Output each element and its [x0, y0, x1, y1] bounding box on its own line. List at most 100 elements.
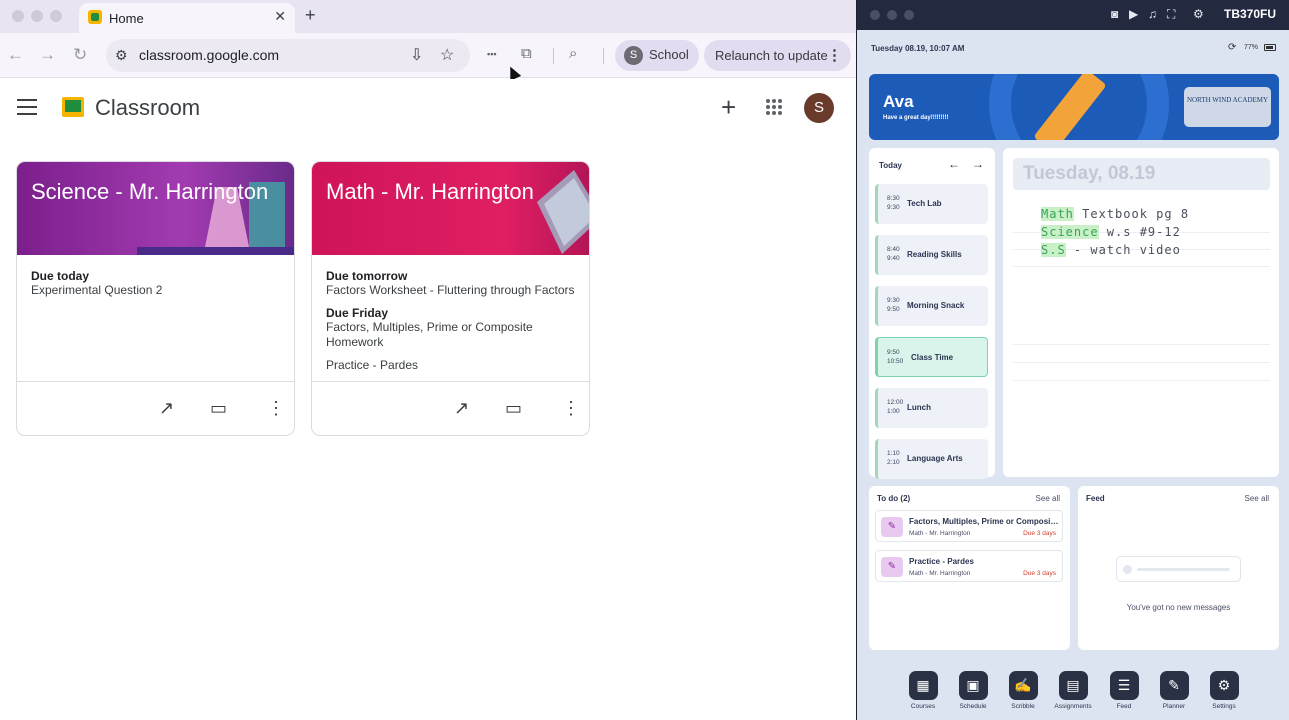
schedule-item-current[interactable]: 9:50 10:50 Class Time [875, 337, 988, 377]
course-banner[interactable]: Math - Mr. Harrington [312, 162, 589, 255]
schedule-item[interactable]: 8:30 9:30 Tech Lab [875, 184, 988, 224]
todo-item[interactable]: ✎ Practice - Pardes Math - Mr. Harringto… [875, 550, 1063, 582]
profile-label: School [649, 47, 689, 62]
window-zoom-dot[interactable] [50, 10, 62, 22]
dock-label: Planner [1162, 703, 1186, 710]
schedule-time: 12:00 1:00 [887, 399, 904, 415]
todo-item-course: Math - Mr. Harrington [909, 530, 971, 537]
window-zoom-dot[interactable] [904, 10, 914, 20]
create-join-class-icon[interactable]: + [721, 92, 736, 123]
extension-badge-icon[interactable]: ▪▪▪ [487, 49, 497, 59]
planner-edit-icon: ✎ [1159, 671, 1189, 700]
profile-avatar: S [624, 46, 643, 65]
scribble-icon: ✍ [1008, 671, 1038, 700]
back-icon[interactable]: ← [7, 45, 24, 65]
card-actions: ↗ ▭ ⋮ [17, 381, 294, 435]
course-title[interactable]: Science - Mr. Harrington [31, 179, 268, 205]
bookmark-star-icon[interactable]: ☆ [440, 45, 454, 65]
install-app-icon[interactable]: ⇩ [410, 45, 423, 65]
schedule-time: 9:50 10:50 [887, 349, 904, 365]
battery-icon [1264, 44, 1276, 51]
prev-day-arrow-icon[interactable]: ← [948, 157, 960, 171]
classroom-logo-icon[interactable] [62, 97, 84, 117]
drive-folder-icon[interactable]: ▭ [210, 398, 227, 419]
assignments-icon: ▤ [1058, 671, 1088, 700]
schedule-label: Reading Skills [907, 250, 962, 259]
drive-folder-icon[interactable]: ▭ [505, 398, 522, 419]
todo-item[interactable]: ✎ Factors, Multiples, Prime or Composite… [875, 510, 1063, 542]
site-settings-icon[interactable]: ⚙ [115, 47, 128, 64]
todo-title: To do (2) [877, 494, 911, 503]
more-options-icon[interactable]: ⋮ [562, 398, 580, 419]
dock-label: Courses [910, 703, 936, 710]
note-line-text: S.S - watch video [1041, 243, 1181, 257]
reload-icon[interactable]: ↻ [73, 45, 87, 65]
due-assignment[interactable]: Factors, Multiples, Prime or Composite H… [326, 320, 579, 350]
address-bar[interactable]: ⚙ classroom.google.com ⇩ ☆ [106, 39, 470, 72]
record-video-icon[interactable]: ▶ [1129, 7, 1138, 21]
note-ruled-line [1013, 344, 1270, 345]
tab-search-icon[interactable]: ⌕ [569, 45, 577, 62]
sync-icon[interactable]: ⟳ [1228, 42, 1236, 53]
profile-chip[interactable]: S School [615, 40, 699, 71]
todo-see-all-link[interactable]: See all [1036, 494, 1060, 503]
due-assignment[interactable]: Practice - Pardes [326, 358, 579, 373]
relaunch-button[interactable]: Relaunch to update ⋮ [704, 40, 851, 71]
due-assignment[interactable]: Factors Worksheet - Fluttering through F… [326, 283, 579, 298]
close-tab-icon[interactable]: ✕ [274, 8, 286, 25]
main-menu-icon[interactable] [17, 99, 37, 115]
fullscreen-icon[interactable]: ⛶ [1167, 7, 1175, 22]
window-close-dot[interactable] [12, 10, 24, 22]
window-minimize-dot[interactable] [887, 10, 897, 20]
note-ruled-line [1013, 362, 1270, 363]
schedule-item[interactable]: 8:40 9:40 Reading Skills [875, 235, 988, 275]
app-title[interactable]: Classroom [95, 95, 200, 121]
more-options-icon[interactable]: ⋮ [267, 398, 285, 419]
course-card-math[interactable]: Math - Mr. Harrington Due tomorrow Facto… [311, 161, 590, 436]
student-name: Ava [883, 92, 914, 111]
card-actions: ↗ ▭ ⋮ [312, 381, 589, 435]
settings-gear-icon[interactable]: ⚙ [1193, 7, 1204, 21]
screenshot-camera-icon[interactable]: ◙ [1111, 7, 1118, 21]
audio-headphones-icon[interactable]: ♫ [1148, 7, 1157, 21]
tab-home[interactable]: Home ✕ [79, 3, 295, 33]
dock-settings[interactable]: ⚙ Settings [1202, 671, 1246, 710]
account-avatar[interactable]: S [804, 93, 834, 123]
extensions-puzzle-icon[interactable]: ⧉ [521, 45, 532, 62]
forward-icon[interactable]: → [39, 45, 56, 65]
window-close-dot[interactable] [870, 10, 880, 20]
mirror-titlebar: ◙ ▶ ♫ ⛶ ⚙ TB370FU [857, 0, 1289, 30]
dock-feed[interactable]: ☰ Feed [1102, 671, 1146, 710]
note-line-text: Science w.s #9-12 [1041, 225, 1181, 239]
kebab-menu-icon[interactable]: ⋮ [827, 46, 842, 64]
feed-see-all-link[interactable]: See all [1245, 494, 1269, 503]
next-day-arrow-icon[interactable]: → [972, 157, 984, 171]
dock-assignments[interactable]: ▤ Assignments [1051, 671, 1095, 710]
schedule-panel: Today ← → 8:30 9:30 Tech Lab 8:40 9:40 Rea… [869, 148, 995, 479]
gradebook-trend-icon[interactable]: ↗ [159, 398, 174, 419]
screen: Home ✕ + ← → ↻ ⚙ classroom.google.com ⇩ … [0, 0, 1289, 720]
new-tab-icon[interactable]: + [305, 5, 316, 26]
settings-gear-icon: ⚙ [1209, 671, 1239, 700]
schedule-header: Today [879, 161, 902, 170]
notes-panel[interactable]: Tuesday, 08.19 Math Textbook pg 8 Scienc… [1003, 148, 1279, 477]
schedule-item[interactable]: 9:30 9:50 Morning Snack [875, 286, 988, 326]
dock-schedule[interactable]: ▣ Schedule [951, 671, 995, 710]
todo-panel: To do (2) See all ✎ Factors, Multiples, … [869, 486, 1070, 650]
window-minimize-dot[interactable] [31, 10, 43, 22]
schedule-item[interactable]: 12:00 1:00 Lunch [875, 388, 988, 428]
dock-planner[interactable]: ✎ Planner [1152, 671, 1196, 710]
toolbar-divider [553, 48, 554, 64]
google-apps-icon[interactable] [766, 99, 782, 115]
due-assignment[interactable]: Experimental Question 2 [31, 283, 284, 298]
dock-courses[interactable]: ▦ Courses [901, 671, 945, 710]
course-title[interactable]: Math - Mr. Harrington [326, 179, 534, 205]
course-banner[interactable]: Science - Mr. Harrington [17, 162, 294, 255]
course-card-science[interactable]: Science - Mr. Harrington Due today Exper… [16, 161, 295, 436]
dock-scribble[interactable]: ✍ Scribble [1001, 671, 1045, 710]
schedule-item[interactable]: 1:10 2:10 Language Arts [875, 439, 988, 479]
toolbar-divider [603, 48, 604, 64]
gradebook-trend-icon[interactable]: ↗ [454, 398, 469, 419]
todo-item-title: Practice - Pardes [909, 557, 974, 566]
address-url[interactable]: classroom.google.com [139, 47, 279, 63]
